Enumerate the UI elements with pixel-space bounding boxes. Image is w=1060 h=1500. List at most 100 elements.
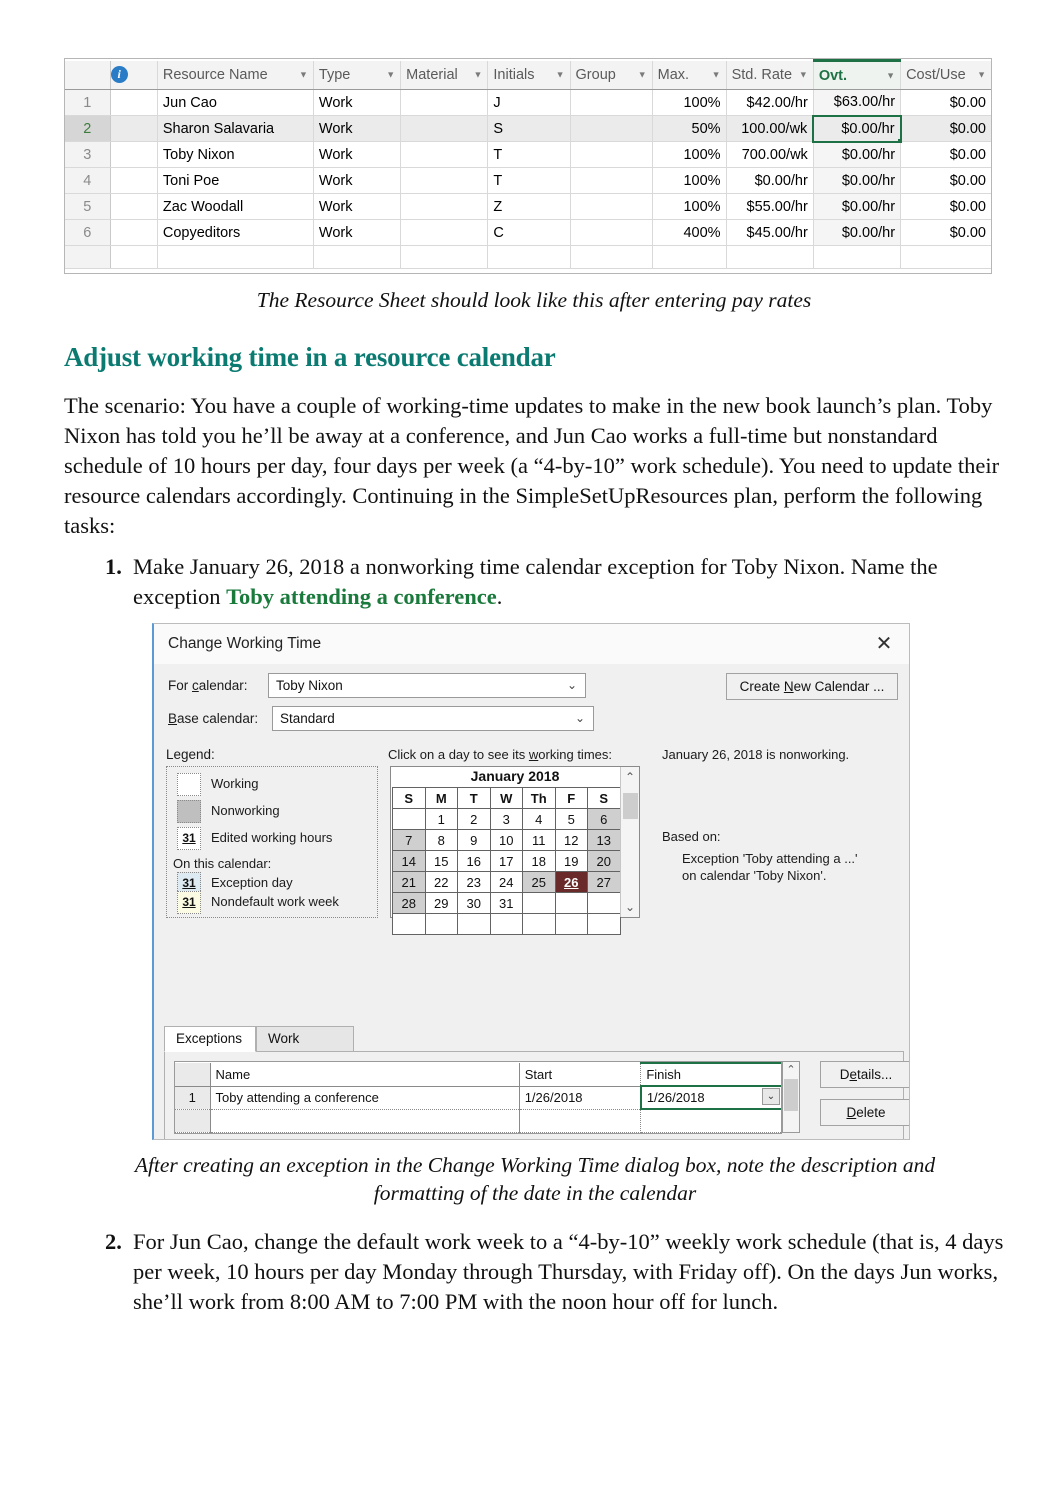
chevron-down-icon[interactable]: ⌄ — [567, 674, 577, 697]
calendar-day[interactable] — [424, 913, 458, 935]
chevron-down-icon[interactable]: ▼ — [386, 70, 395, 79]
cell-group[interactable] — [570, 141, 653, 168]
cell-material[interactable] — [400, 89, 489, 116]
exc-cell-name[interactable]: Toby attending a conference — [210, 1086, 520, 1110]
cell-material[interactable] — [400, 115, 489, 142]
cell-group[interactable] — [570, 89, 653, 116]
chevron-up-icon[interactable]: ⌃ — [621, 769, 639, 785]
exceptions-scrollbar[interactable]: ⌃ — [782, 1061, 800, 1133]
exc-cell-start[interactable] — [519, 1109, 642, 1133]
column-header-max[interactable]: Max. ▼ — [652, 60, 727, 90]
calendar-panel[interactable]: January 2018 S M T W Th F S 1 2 3 4 5 6 … — [390, 766, 640, 935]
cell-std-rate[interactable] — [726, 245, 814, 269]
exc-cell-start[interactable]: 1/26/2018 — [519, 1086, 642, 1110]
tab-work-weeks[interactable]: Work Weeks — [256, 1026, 354, 1070]
cell-initials[interactable]: S — [487, 115, 571, 142]
cell-initials[interactable]: Z — [487, 193, 571, 220]
cell-group[interactable] — [570, 219, 653, 246]
row-number[interactable] — [65, 245, 111, 269]
exc-column-header-start[interactable]: Start — [519, 1063, 642, 1087]
cell-ovt[interactable]: $63.00/hr — [813, 89, 902, 116]
calendar-day[interactable] — [522, 913, 556, 935]
cell-max[interactable]: 400% — [652, 219, 727, 246]
chevron-down-icon[interactable]: ▼ — [977, 70, 986, 79]
calendar-day[interactable] — [392, 913, 426, 935]
calendar-day[interactable]: 24 — [489, 871, 523, 893]
calendar-day[interactable]: 16 — [457, 850, 491, 872]
cell-cost-use[interactable] — [900, 245, 991, 269]
cell-resource-name[interactable]: Copyeditors — [157, 219, 314, 246]
calendar-day[interactable]: 29 — [424, 892, 458, 914]
delete-button[interactable]: Delete — [820, 1099, 909, 1126]
chevron-down-icon[interactable]: ⌄ — [575, 707, 585, 730]
cell-std-rate[interactable]: $42.00/hr — [726, 89, 814, 116]
cell-material[interactable] — [400, 219, 489, 246]
cell-type[interactable] — [313, 245, 402, 269]
calendar-grid[interactable]: S M T W Th F S 1 2 3 4 5 6 7 8 9 10 11 1… — [392, 787, 621, 935]
chevron-down-icon[interactable]: ▼ — [473, 70, 482, 79]
calendar-day[interactable]: 17 — [489, 850, 523, 872]
exc-cell-name[interactable] — [210, 1109, 520, 1133]
column-header-material[interactable]: Material ▼ — [400, 60, 489, 90]
cell-cost-use[interactable]: $0.00 — [900, 89, 991, 116]
chevron-down-icon[interactable]: ⌄ — [762, 1088, 780, 1105]
cell-max[interactable] — [652, 245, 727, 269]
change-working-time-dialog[interactable]: Change Working Time ✕ For calendar: Toby… — [152, 623, 910, 1140]
cell-resource-name[interactable]: Zac Woodall — [157, 193, 314, 220]
column-header-resource-name[interactable]: Resource Name ▼ — [157, 60, 314, 90]
chevron-down-icon[interactable]: ▼ — [556, 70, 565, 79]
cell-ovt[interactable]: $0.00/hr — [813, 141, 902, 168]
cell-max[interactable]: 100% — [652, 141, 727, 168]
calendar-day[interactable] — [554, 892, 588, 914]
calendar-day[interactable]: 1 — [424, 808, 458, 830]
cell-initials[interactable]: C — [487, 219, 571, 246]
calendar-scrollbar[interactable]: ⌃ ⌄ — [620, 767, 639, 917]
chevron-down-icon[interactable]: ▼ — [299, 70, 308, 79]
cell-std-rate[interactable]: 100.00/wk — [726, 115, 814, 142]
cell-ovt[interactable] — [813, 245, 902, 269]
calendar-day[interactable]: 19 — [554, 850, 588, 872]
column-header-type[interactable]: Type ▼ — [313, 60, 402, 90]
calendar-day[interactable]: 2 — [457, 808, 491, 830]
cell-initials[interactable]: T — [487, 141, 571, 168]
calendar-day[interactable] — [554, 913, 588, 935]
column-header-cost-use[interactable]: Cost/Use ▼ — [900, 60, 991, 90]
calendar-day[interactable]: 30 — [457, 892, 491, 914]
calendar-day[interactable]: 15 — [424, 850, 458, 872]
chevron-down-icon[interactable]: ⌄ — [621, 899, 639, 915]
base-calendar-select[interactable]: Standard ⌄ — [272, 706, 594, 731]
table-row[interactable]: 1 Jun Cao Work J 100% $42.00/hr $63.00/h… — [65, 89, 991, 116]
table-row[interactable]: 5 Zac Woodall Work Z 100% $55.00/hr $0.0… — [65, 193, 991, 220]
cell-type[interactable]: Work — [313, 141, 402, 168]
cell-material[interactable] — [400, 167, 489, 194]
calendar-day[interactable]: 9 — [457, 829, 491, 851]
exc-row-number[interactable]: 1 — [175, 1086, 211, 1110]
cell-ovt[interactable]: $0.00/hr — [813, 193, 902, 220]
exc-row-number[interactable] — [175, 1109, 211, 1133]
cell-ovt[interactable]: $0.00/hr — [813, 219, 902, 246]
cell-ovt-active[interactable]: $0.00/hr — [812, 114, 902, 143]
tab-exceptions[interactable]: Exceptions — [164, 1026, 256, 1052]
exceptions-row[interactable]: 1 Toby attending a conference 1/26/2018 … — [175, 1085, 781, 1110]
exc-cell-finish[interactable] — [640, 1109, 781, 1133]
exceptions-grid[interactable]: Name Start Finish 1 Toby attending a con… — [174, 1061, 782, 1134]
cell-material[interactable] — [400, 245, 489, 269]
calendar-day[interactable] — [587, 913, 621, 935]
cell-initials[interactable]: T — [487, 167, 571, 194]
cell-type[interactable]: Work — [313, 193, 402, 220]
column-header-initials[interactable]: Initials ▼ — [487, 60, 571, 90]
calendar-day[interactable]: 10 — [489, 829, 523, 851]
calendar-day[interactable]: 5 — [554, 808, 588, 830]
cell-max[interactable]: 100% — [652, 167, 727, 194]
column-header-group[interactable]: Group ▼ — [570, 60, 653, 90]
cell-std-rate[interactable]: $0.00/hr — [726, 167, 814, 194]
column-header-std-rate[interactable]: Std. Rate ▼ — [726, 60, 814, 90]
row-number[interactable]: 2 — [65, 115, 111, 142]
cell-initials[interactable] — [487, 245, 571, 269]
row-number[interactable]: 5 — [65, 193, 111, 220]
for-calendar-select[interactable]: Toby Nixon ⌄ — [268, 673, 586, 698]
cell-type[interactable]: Work — [313, 219, 402, 246]
calendar-day[interactable]: 11 — [522, 829, 556, 851]
cell-cost-use[interactable]: $0.00 — [900, 115, 991, 142]
scrollbar-thumb[interactable] — [784, 1079, 798, 1111]
